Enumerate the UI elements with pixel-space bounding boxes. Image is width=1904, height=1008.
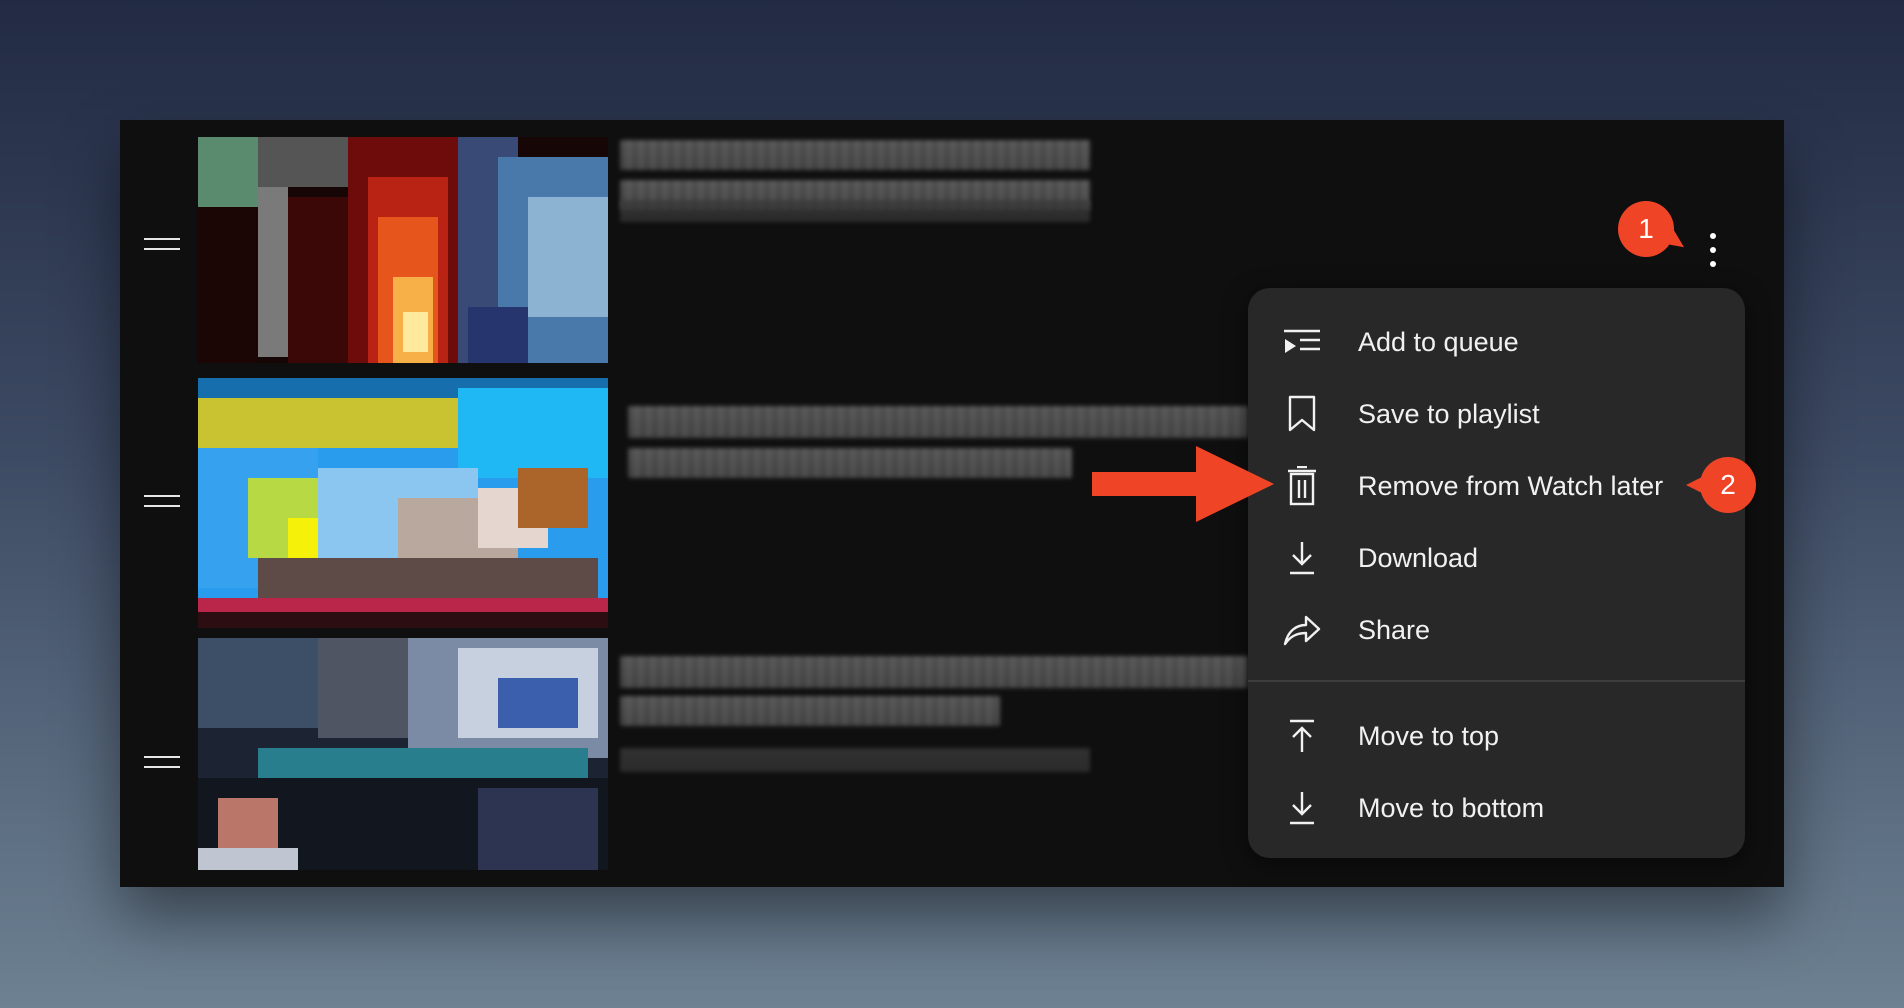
step-2-badge: 2 bbox=[1686, 457, 1756, 513]
pointer-arrow-icon bbox=[1092, 446, 1274, 522]
add-to-queue-icon bbox=[1282, 322, 1322, 362]
video-thumbnail[interactable] bbox=[198, 378, 608, 628]
download-icon bbox=[1282, 538, 1322, 578]
menu-item-label: Move to top bbox=[1358, 720, 1500, 751]
video-thumbnail[interactable] bbox=[198, 638, 608, 870]
menu-item-move-to-bottom[interactable]: Move to bottom bbox=[1248, 776, 1745, 840]
bookmark-icon bbox=[1282, 394, 1322, 434]
step-1-badge: 1 bbox=[1618, 201, 1674, 257]
share-icon bbox=[1282, 610, 1322, 650]
trash-icon bbox=[1282, 466, 1322, 506]
menu-item-download[interactable]: Download bbox=[1248, 526, 1745, 590]
menu-item-add-to-queue[interactable]: Add to queue bbox=[1248, 310, 1745, 374]
menu-item-move-to-top[interactable]: Move to top bbox=[1248, 704, 1745, 768]
menu-divider bbox=[1248, 680, 1745, 682]
video-title-blurred[interactable] bbox=[628, 406, 1248, 438]
video-title-blurred[interactable] bbox=[628, 448, 1072, 478]
menu-item-label: Download bbox=[1358, 542, 1479, 573]
video-thumbnail[interactable] bbox=[198, 137, 608, 363]
menu-item-label: Remove from Watch later bbox=[1358, 470, 1664, 501]
watch-later-window: Add to queue Save to playlist Remove fro… bbox=[120, 120, 1784, 887]
video-meta-blurred bbox=[620, 748, 1090, 772]
menu-item-share[interactable]: Share bbox=[1248, 598, 1745, 662]
more-actions-button[interactable] bbox=[1700, 230, 1726, 270]
menu-item-save-to-playlist[interactable]: Save to playlist bbox=[1248, 382, 1745, 446]
menu-item-remove-from-watch-later[interactable]: Remove from Watch later bbox=[1248, 454, 1745, 518]
drag-handle-icon[interactable] bbox=[144, 495, 180, 509]
drag-handle-icon[interactable] bbox=[144, 756, 180, 770]
video-title-blurred[interactable] bbox=[620, 696, 1000, 726]
menu-item-label: Save to playlist bbox=[1358, 398, 1540, 429]
context-menu: Add to queue Save to playlist Remove fro… bbox=[1248, 288, 1745, 858]
move-to-bottom-icon bbox=[1282, 788, 1322, 828]
video-title-blurred[interactable] bbox=[620, 656, 1248, 688]
video-meta-blurred bbox=[620, 200, 1090, 222]
video-title-blurred[interactable] bbox=[620, 140, 1090, 170]
move-to-top-icon bbox=[1282, 716, 1322, 756]
drag-handle-icon[interactable] bbox=[144, 238, 180, 252]
menu-item-label: Move to bottom bbox=[1358, 792, 1545, 823]
menu-item-label: Add to queue bbox=[1358, 326, 1519, 357]
menu-item-label: Share bbox=[1358, 614, 1431, 645]
